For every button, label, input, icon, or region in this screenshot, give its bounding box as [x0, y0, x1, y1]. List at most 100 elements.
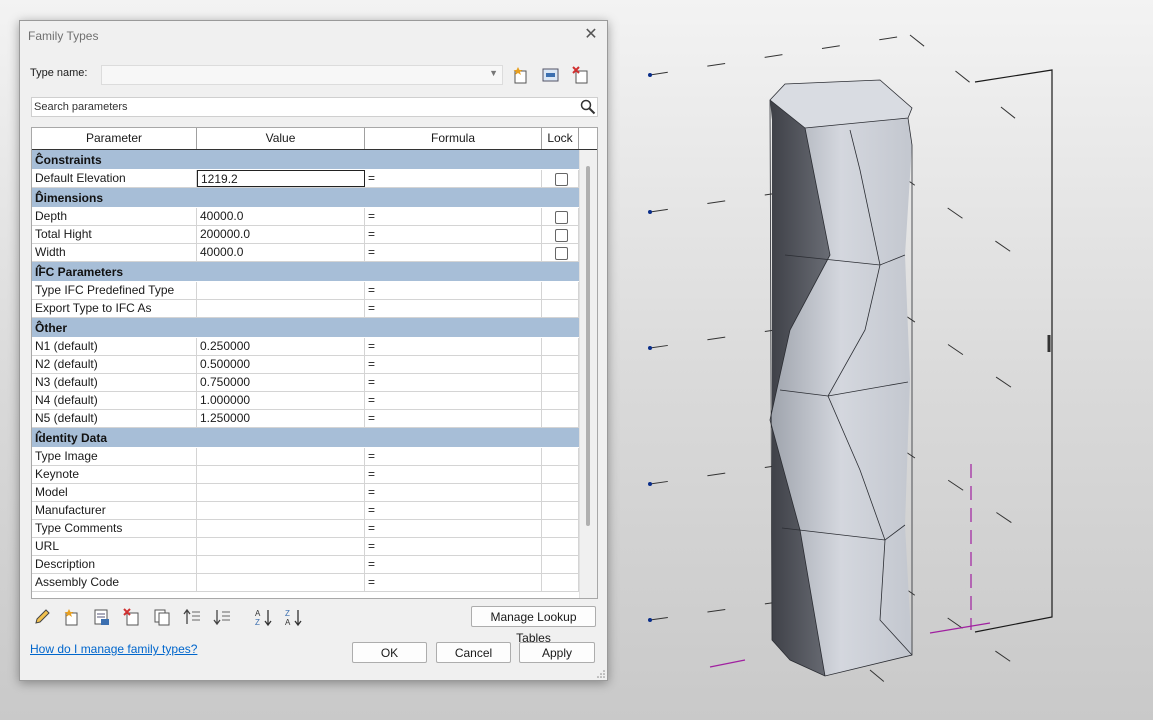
parameter-row[interactable]: Depth 40000.0 = [32, 208, 579, 226]
parameter-value-cell[interactable] [197, 300, 365, 317]
parameter-formula-cell[interactable]: = [365, 410, 542, 427]
parameter-properties-icon[interactable] [92, 607, 112, 627]
sort-descending-icon[interactable]: Z A [284, 607, 304, 627]
type-name-dropdown[interactable]: ▼ [101, 65, 503, 85]
parameter-formula-cell[interactable]: = [365, 392, 542, 409]
grid-scrollbar[interactable] [579, 150, 597, 598]
new-type-icon[interactable] [511, 65, 531, 85]
cancel-button[interactable]: Cancel [436, 642, 511, 663]
parameter-formula-cell[interactable]: = [365, 484, 542, 501]
column-header-formula[interactable]: Formula [365, 128, 542, 149]
parameter-row[interactable]: N1 (default) 0.250000 = [32, 338, 579, 356]
group-header[interactable]: IFC Parameters ⌃ [32, 262, 579, 282]
ok-button[interactable]: OK [352, 642, 427, 663]
parameter-formula-cell[interactable]: = [365, 502, 542, 519]
parameter-row[interactable]: N4 (default) 1.000000 = [32, 392, 579, 410]
parameter-formula-cell[interactable]: = [365, 538, 542, 555]
scrollbar-thumb[interactable] [586, 166, 590, 526]
parameter-value-cell[interactable] [197, 538, 365, 555]
parameter-value-cell[interactable]: 1219.2 [197, 170, 365, 187]
column-header-value[interactable]: Value [197, 128, 365, 149]
parameter-value-cell[interactable] [197, 484, 365, 501]
parameter-value-cell[interactable] [197, 448, 365, 465]
parameter-row[interactable]: Type Image = [32, 448, 579, 466]
parameter-value-cell[interactable]: 200000.0 [197, 226, 365, 243]
new-parameter-icon[interactable] [62, 607, 82, 627]
rename-type-icon[interactable] [541, 65, 561, 85]
parameter-row[interactable]: Type Comments = [32, 520, 579, 538]
parameter-formula-cell[interactable]: = [365, 338, 542, 355]
parameter-formula-cell[interactable]: = [365, 356, 542, 373]
parameter-formula-cell[interactable]: = [365, 282, 542, 299]
copy-parameter-icon[interactable] [152, 607, 172, 627]
parameter-formula-cell[interactable]: = [365, 300, 542, 317]
sort-ascending-icon[interactable]: A Z [254, 607, 274, 627]
close-icon[interactable]: ✕ [581, 25, 601, 45]
lock-checkbox[interactable] [555, 173, 568, 186]
parameter-formula-cell[interactable]: = [365, 556, 542, 573]
title-bar[interactable]: Family Types ✕ [20, 21, 607, 51]
parameter-value-cell[interactable]: 1.250000 [197, 410, 365, 427]
parameter-value-cell[interactable] [197, 574, 365, 591]
edit-pencil-icon[interactable] [32, 607, 52, 627]
parameter-value-cell[interactable]: 0.500000 [197, 356, 365, 373]
search-icon[interactable] [580, 99, 596, 115]
parameter-row[interactable]: N2 (default) 0.500000 = [32, 356, 579, 374]
parameter-formula-cell[interactable]: = [365, 170, 542, 187]
parameter-formula-cell[interactable]: = [365, 448, 542, 465]
group-header[interactable]: Constraints ⌃ [32, 150, 579, 170]
parameter-value-cell[interactable]: 40000.0 [197, 244, 365, 261]
delete-parameter-icon[interactable] [122, 607, 142, 627]
parameter-value-cell[interactable]: 0.250000 [197, 338, 365, 355]
parameter-row[interactable]: URL = [32, 538, 579, 556]
manage-lookup-tables-button[interactable]: Manage Lookup Tables [471, 606, 596, 645]
parameter-row[interactable]: Export Type to IFC As = [32, 300, 579, 318]
group-header[interactable]: Dimensions ⌃ [32, 188, 579, 208]
parameter-formula-cell[interactable]: = [365, 244, 542, 261]
group-header[interactable]: Identity Data ⌃ [32, 428, 579, 448]
parameter-row[interactable]: Total Hight 200000.0 = [32, 226, 579, 244]
parameter-formula-cell[interactable]: = [365, 574, 542, 591]
apply-button[interactable]: Apply [519, 642, 595, 663]
parameter-formula-cell[interactable]: = [365, 226, 542, 243]
parameter-value-cell[interactable] [197, 520, 365, 537]
lock-checkbox[interactable] [555, 247, 568, 260]
collapse-group-icon[interactable]: ⌃ [35, 152, 574, 163]
collapse-group-icon[interactable]: ⌃ [35, 430, 574, 441]
parameter-row[interactable]: Manufacturer = [32, 502, 579, 520]
parameter-value-cell[interactable] [197, 556, 365, 573]
delete-type-icon[interactable] [571, 65, 591, 85]
parameter-value-cell[interactable]: 0.750000 [197, 374, 365, 391]
move-down-icon[interactable] [212, 607, 232, 627]
resize-grip-icon[interactable] [597, 670, 605, 678]
parameter-row[interactable]: N5 (default) 1.250000 = [32, 410, 579, 428]
parameter-value-cell[interactable] [197, 466, 365, 483]
parameter-value-cell[interactable]: 40000.0 [197, 208, 365, 225]
collapse-group-icon[interactable]: ⌃ [35, 320, 574, 331]
parameter-formula-cell[interactable]: = [365, 208, 542, 225]
parameter-row[interactable]: Default Elevation 1219.2 = [32, 170, 579, 188]
parameter-row[interactable]: N3 (default) 0.750000 = [32, 374, 579, 392]
search-parameters-box[interactable] [31, 97, 598, 117]
move-up-icon[interactable] [182, 607, 202, 627]
help-link[interactable]: How do I manage family types? [30, 642, 197, 656]
parameter-row[interactable]: Description = [32, 556, 579, 574]
parameter-row[interactable]: Model = [32, 484, 579, 502]
group-header[interactable]: Other ⌃ [32, 318, 579, 338]
parameter-row[interactable]: Width 40000.0 = [32, 244, 579, 262]
parameter-formula-cell[interactable]: = [365, 520, 542, 537]
parameter-value-cell[interactable] [197, 282, 365, 299]
parameter-formula-cell[interactable]: = [365, 374, 542, 391]
lock-checkbox[interactable] [555, 211, 568, 224]
parameter-row[interactable]: Type IFC Predefined Type = [32, 282, 579, 300]
column-header-parameter[interactable]: Parameter [32, 128, 197, 149]
parameter-value-cell[interactable] [197, 502, 365, 519]
parameter-value-cell[interactable]: 1.000000 [197, 392, 365, 409]
parameter-row[interactable]: Assembly Code = [32, 574, 579, 592]
collapse-group-icon[interactable]: ⌃ [35, 190, 574, 201]
search-input[interactable] [34, 98, 564, 116]
parameter-formula-cell[interactable]: = [365, 466, 542, 483]
parameter-row[interactable]: Keynote = [32, 466, 579, 484]
collapse-group-icon[interactable]: ⌃ [35, 264, 574, 275]
column-header-lock[interactable]: Lock [542, 128, 579, 149]
